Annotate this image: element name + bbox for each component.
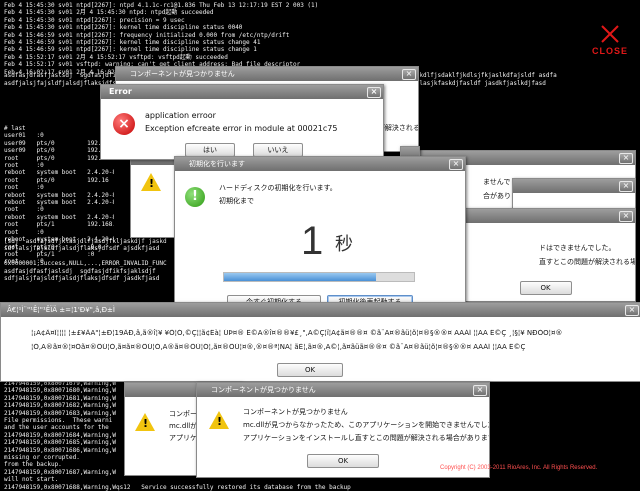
dialog-message: 初期化まで [219,197,254,205]
dialog-titlebar: Error × [101,85,383,99]
ok-button[interactable]: OK [277,363,343,377]
close-button[interactable]: CLOSE [592,22,628,62]
dialog-title: 初期化を行います [189,160,245,168]
dialog-titlebar: × [513,179,635,193]
close-icon [601,25,619,43]
terminal-log-top: Feb 4 15:45:30 sv01 ntpd[2267]: ntpd 4.1… [4,2,319,76]
ok-button[interactable]: OK [519,281,572,295]
close-icon[interactable]: × [367,87,381,98]
error-icon: × [113,113,135,135]
close-icon[interactable]: × [619,153,633,164]
countdown-unit: 秒 [335,234,353,255]
dialog-error: Error × × application erroor Exception ef… [100,84,384,160]
dialog-titlebar: コンポーネントが見つかりません × [116,67,418,81]
progress-fill [224,273,376,281]
close-icon[interactable]: × [402,69,416,80]
info-icon: ! [185,187,205,207]
error-detail: Exception efcreate error in module at 00… [145,124,338,133]
close-icon[interactable]: × [619,181,633,192]
dialog-titlebar: コンポーネントが見つかりません × [197,383,489,397]
dialog-title: コンポーネントが見つかりません [211,386,316,394]
ok-button[interactable]: OK [307,454,379,468]
copyright-text: Copyright (C) 2003-2011 RioAres, Inc. Al… [440,465,598,471]
error-message: application erroor [145,111,216,120]
warning-icon: ! [209,411,229,429]
dialog-title: コンポーネントが見つかりません [130,70,235,78]
dialog-message: ¦¡Ã¢Â¤Ï¦¦¦¦ ¦±£¥ÂÃ"¦±Ð¦19ÂÐ,â,ã®î¦¥ ¥Ô¦Ó… [31,329,563,337]
close-icon[interactable]: × [473,385,487,396]
warning-icon: ! [135,413,155,431]
dialog-message: ハードディスクの初期化を行います。 [219,184,337,192]
dialog-title: Error [109,87,132,96]
close-icon[interactable]: × [625,305,639,316]
dialog-message: アプリケーションをインストールし直すとこの問題が解決される場合があります。 [243,434,490,442]
dialog-title: Â€¦¹Ì¨"¹Ê¦"¹ÊÏÄ ±=¦1'Ð¥",â,Ð±Ì [7,306,115,314]
close-label: CLOSE [592,46,629,56]
close-icon[interactable]: × [619,211,633,222]
dialog-message: ドはできませんでした。 [539,244,616,252]
progress-bar [223,272,415,282]
dialog-titlebar: Â€¦¹Ì¨"¹Ê¦"¹ÊÏÄ ±=¦1'Ð¥",â,Ð±Ì × [1,303,640,317]
dialog-initialize: 初期化を行います × ! ハードディスクの初期化を行います。 初期化まで 1 秒 … [174,156,466,318]
dialog-message: ¦Ó,Ã®ã¤®¦¤Óã¤®ÖÚ¦Ó,ã¤ã¤®ÖÚ¦Ó,Ã®ã¤®ÖÚ¦Ó¦,… [31,343,526,351]
no-button[interactable]: いいえ [253,143,303,157]
close-icon[interactable]: × [449,159,463,170]
dialog-titlebar: 初期化を行います × [175,157,465,171]
dialog-message: 直すとこの問題が解決される場合があります。 [539,258,635,266]
dialog-garbled: Â€¦¹Ì¨"¹Ê¦"¹ÊÏÄ ±=¦1'Ð¥",â,Ð±Ì × ¦¡Ã¢Â¤Ï¦… [0,302,640,382]
dialog-component-missing: コンポーネントが見つかりません × ! コンポーネントが見つかりません mc.dl… [196,382,490,478]
yes-button[interactable]: はい [185,143,235,157]
warning-icon: ! [141,173,161,191]
countdown-number: 1 [301,219,324,263]
dialog-message: コンポーネントが見つかりません [243,408,348,416]
dialog-message: mc.dllが見つからなかったため、このアプリケーションを開始できませんでした。 [243,421,490,429]
